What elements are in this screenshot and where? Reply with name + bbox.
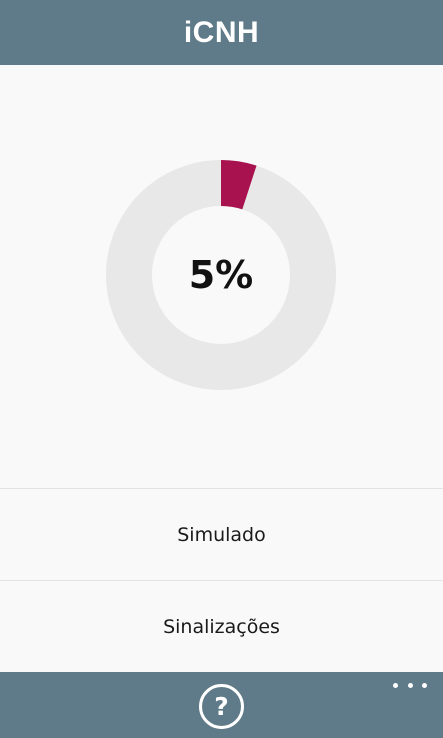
app-header: iCNH xyxy=(0,0,443,65)
dot xyxy=(393,682,398,688)
progress-percent-label: 5% xyxy=(188,253,254,297)
simulado-label: Simulado xyxy=(177,523,266,546)
help-icon[interactable]: ? xyxy=(199,684,244,729)
ellipsis-icon[interactable] xyxy=(393,676,427,694)
app-bar: ? xyxy=(0,672,443,738)
simulado-button[interactable]: Simulado xyxy=(0,488,443,580)
sinalizacoes-label: Sinalizações xyxy=(163,615,280,638)
app-title: iCNH xyxy=(183,15,260,49)
sinalizacoes-button[interactable]: Sinalizações xyxy=(0,580,443,672)
progress-area: 5% xyxy=(0,65,443,488)
dot xyxy=(422,682,427,688)
dot xyxy=(407,682,413,688)
help-glyph: ? xyxy=(214,692,229,721)
